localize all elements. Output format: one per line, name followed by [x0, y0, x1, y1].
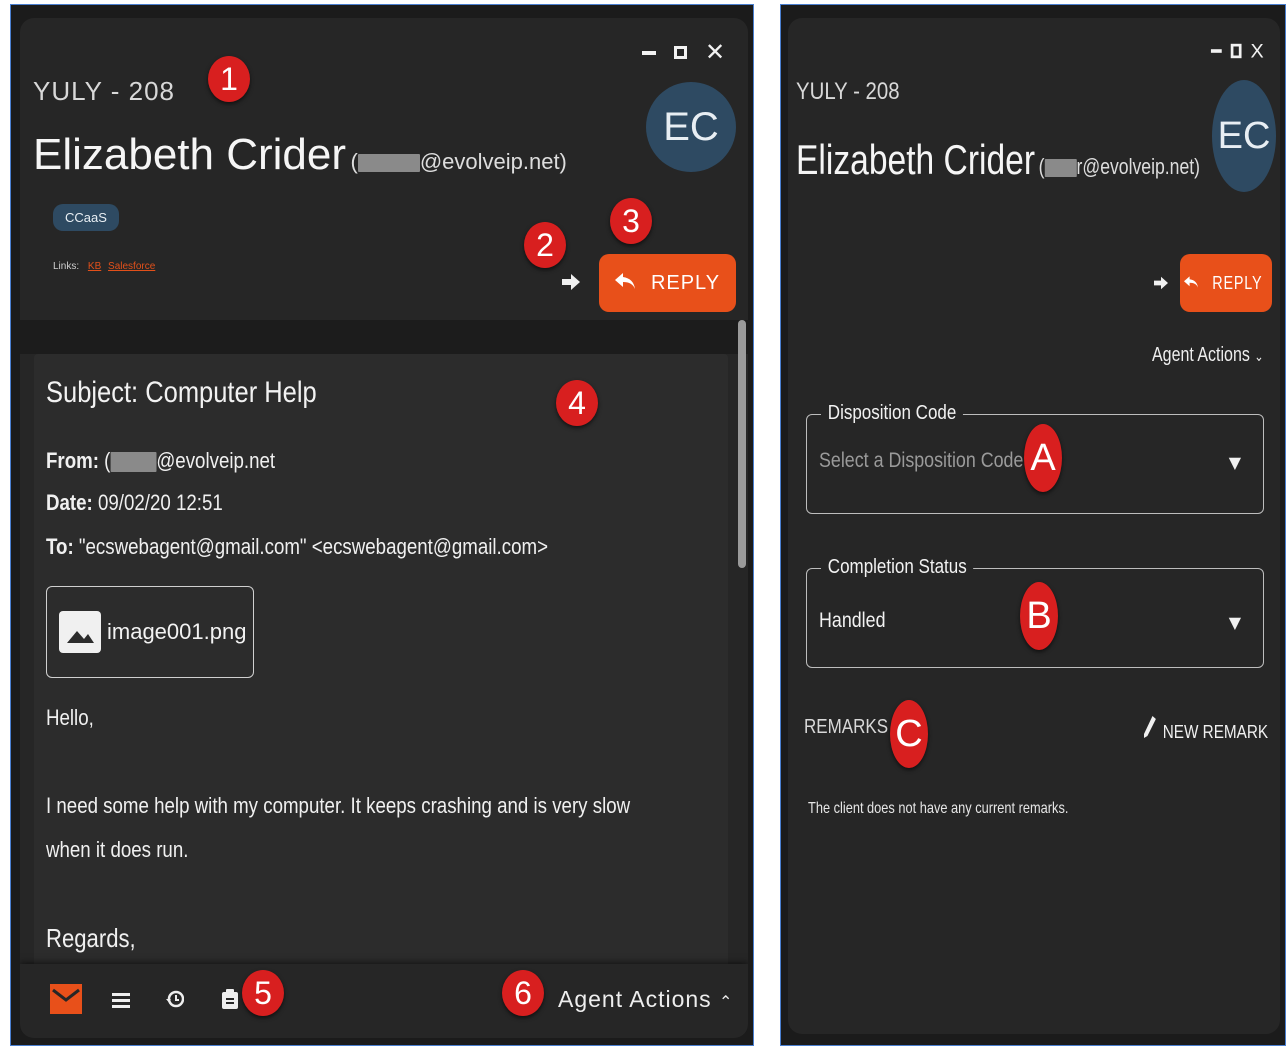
window-controls: ✕	[642, 38, 725, 67]
mail-icon[interactable]	[50, 984, 82, 1018]
new-remark-button[interactable]: NEW REMARK	[1144, 716, 1268, 743]
window-controls: X	[1210, 39, 1264, 62]
email-date: Date: 09/02/20 12:51	[46, 490, 223, 515]
agent-actions-toggle[interactable]: Agent Actions ⌄	[1152, 344, 1264, 367]
redacted-block	[357, 154, 420, 173]
email-body-line-2: when it does run.	[46, 837, 189, 862]
right-agent-panel: X YULY - 208 Elizabeth Crider (r@evolvei…	[788, 18, 1280, 1034]
maximize-icon[interactable]	[1230, 43, 1242, 59]
email-to: To: "ecswebagent@gmail.com" <ecswebagent…	[46, 534, 549, 559]
forward-icon[interactable]	[1154, 275, 1168, 295]
pencil-icon	[1144, 716, 1156, 743]
email-message-card: Subject: Computer Help From: (@evolveip.…	[34, 354, 728, 974]
no-remarks-message: The client does not have any current rem…	[808, 800, 1069, 817]
customer-email: (@evolveip.net)	[350, 149, 567, 174]
link-kb[interactable]: KB	[88, 261, 101, 272]
callout-b: B	[1020, 582, 1058, 650]
scrollbar-thumb[interactable]	[738, 320, 746, 568]
callout-1: 1	[208, 56, 250, 102]
chevron-up-icon: ⌃	[719, 994, 734, 1011]
email-greeting: Hello,	[46, 705, 94, 730]
minimize-icon[interactable]	[1210, 49, 1222, 53]
clipboard-icon[interactable]	[222, 989, 238, 1013]
minimize-icon[interactable]	[642, 50, 656, 55]
queue-label: YULY - 208	[796, 78, 900, 105]
reply-button[interactable]: REPLY	[599, 254, 736, 312]
dropdown-arrow-icon: ▼	[1228, 453, 1241, 472]
links-row: Links: KB Salesforce	[53, 261, 156, 272]
customer-name: Elizabeth Crider	[796, 136, 1036, 183]
header-divider	[20, 320, 748, 354]
email-subject: Subject: Computer Help	[46, 376, 317, 409]
maximize-icon[interactable]	[674, 46, 687, 59]
callout-6: 6	[502, 970, 544, 1016]
customer-name-line: Elizabeth Crider (@evolveip.net)	[33, 130, 567, 180]
email-closing: Regards,	[46, 923, 136, 953]
forward-icon[interactable]	[562, 274, 580, 294]
reply-icon	[1183, 273, 1198, 294]
disposition-code-placeholder: Select a Disposition Code	[819, 449, 1024, 472]
redacted-block	[1044, 159, 1077, 178]
reply-icon	[614, 272, 635, 295]
attachment-image[interactable]: image001.png	[46, 586, 254, 678]
reply-button[interactable]: REPLY	[1180, 254, 1272, 312]
attachment-filename: image001.png	[107, 619, 247, 644]
customer-name: Elizabeth Crider	[33, 130, 347, 179]
completion-status-value: Handled	[819, 609, 886, 632]
dropdown-arrow-icon: ▼	[1228, 613, 1241, 632]
email-body-line-1: I need some help with my computer. It ke…	[46, 793, 631, 818]
callout-c: C	[890, 700, 928, 768]
queue-label: YULY - 208	[33, 76, 176, 106]
close-icon[interactable]: ✕	[705, 38, 725, 67]
agent-actions-toggle[interactable]: Agent Actions ⌃	[558, 986, 733, 1013]
ccaas-tag: CCaaS	[53, 204, 119, 231]
history-icon[interactable]	[166, 990, 185, 1012]
callout-a: A	[1024, 424, 1062, 492]
avatar: EC	[646, 82, 736, 172]
footer-toolbar: Agent Actions ⌃	[20, 964, 748, 1038]
remarks-heading: REMARKS	[804, 716, 889, 738]
image-icon	[59, 611, 101, 653]
completion-status-label: Completion Status	[821, 556, 974, 579]
list-icon[interactable]	[112, 992, 130, 1012]
close-icon[interactable]: X	[1251, 39, 1264, 62]
callout-3: 3	[610, 198, 652, 244]
callout-4: 4	[556, 380, 598, 426]
left-agent-panel: ✕ YULY - 208 Elizabeth Crider (@evolveip…	[20, 18, 748, 1038]
callout-2: 2	[524, 222, 566, 268]
chevron-down-icon: ⌄	[1254, 348, 1264, 364]
customer-email: (r@evolveip.net)	[1038, 154, 1200, 179]
callout-5: 5	[242, 970, 284, 1016]
redacted-block	[110, 452, 157, 473]
email-from: From: (@evolveip.net	[46, 448, 276, 473]
avatar: EC	[1212, 80, 1276, 192]
link-salesforce[interactable]: Salesforce	[108, 261, 155, 272]
customer-name-line: Elizabeth Crider (r@evolveip.net)	[796, 136, 1200, 184]
disposition-code-label: Disposition Code	[821, 402, 964, 425]
